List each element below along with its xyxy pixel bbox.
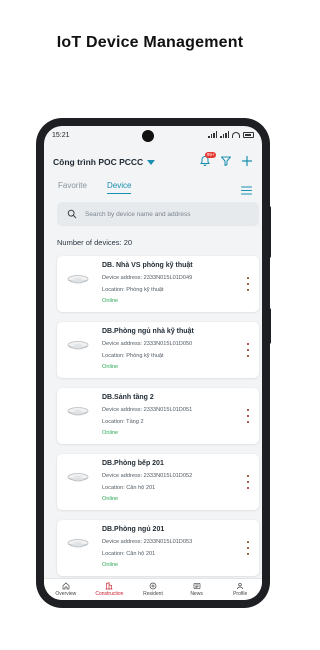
smoke-detector-icon — [67, 341, 89, 350]
status-icons — [208, 131, 254, 138]
app-header: Công trình POC PCCC 99+ — [44, 152, 262, 172]
search-icon — [67, 209, 77, 219]
profile-icon — [237, 583, 244, 590]
nav-construction[interactable]: Construction — [88, 579, 132, 600]
device-card[interactable]: DB. Nhà VS phòng kỹ thuật Device address… — [57, 256, 259, 312]
search-bar — [57, 202, 259, 226]
device-name: DB.Phòng bếp 201 — [102, 460, 164, 467]
battery-icon — [243, 131, 254, 138]
wifi-icon — [232, 131, 240, 138]
smoke-detector-icon — [67, 473, 89, 482]
device-name: DB.Phòng ngủ nhà kỹ thuật — [102, 328, 194, 335]
device-status: Online — [102, 364, 119, 370]
device-address: Device address: 2333N015L01D052 — [102, 473, 193, 479]
nav-label: News — [190, 591, 203, 597]
filter-button[interactable] — [219, 154, 233, 168]
more-options-icon[interactable] — [245, 343, 251, 357]
chevron-down-icon — [147, 159, 156, 165]
nav-overview[interactable]: Overview — [44, 579, 88, 600]
smoke-detector-icon — [67, 275, 89, 284]
tab-favorite[interactable]: Favorite — [58, 181, 87, 190]
app-screen: 15:21 Công trình POC PCCC 99+ Favorite D… — [44, 126, 262, 600]
tab-device[interactable]: Device — [107, 181, 132, 194]
nav-news[interactable]: News — [175, 579, 219, 600]
hamburger-icon — [241, 186, 252, 195]
device-status: Online — [102, 496, 119, 502]
nav-profile[interactable]: Profile — [218, 579, 262, 600]
phone-frame: 15:21 Công trình POC PCCC 99+ Favorite D… — [36, 118, 270, 608]
device-location: Location: Phòng kỹ thuật — [102, 287, 164, 293]
project-name: Công trình POC PCCC — [53, 157, 144, 167]
device-card[interactable]: DB.Phòng ngủ 201 Device address: 2333N01… — [57, 520, 259, 576]
device-status: Online — [102, 430, 119, 436]
notification-button[interactable]: 99+ — [198, 152, 216, 168]
device-address: Device address: 2333N015L01D053 — [102, 539, 193, 545]
nav-label: Overview — [55, 591, 77, 597]
building-icon — [106, 582, 113, 590]
device-address: Device address: 2333N015L01D049 — [102, 275, 193, 281]
news-icon — [193, 583, 200, 589]
resident-icon — [149, 582, 157, 590]
status-time: 15:21 — [52, 132, 70, 139]
more-options-icon[interactable] — [245, 277, 251, 291]
device-card[interactable]: DB.Phòng bếp 201 Device address: 2333N01… — [57, 454, 259, 510]
nav-label: Construction — [95, 591, 124, 597]
device-location: Location: Căn hộ 201 — [102, 485, 156, 491]
status-bar: 15:21 — [44, 126, 262, 146]
signal-icon — [220, 131, 229, 138]
nav-resident[interactable]: Resident — [131, 579, 175, 600]
device-status: Online — [102, 298, 119, 304]
nav-label: Profile — [233, 591, 248, 597]
add-device-button[interactable] — [240, 154, 254, 168]
more-options-icon[interactable] — [245, 541, 251, 555]
project-selector[interactable]: Công trình POC PCCC — [53, 157, 156, 167]
nav-label: Resident — [143, 591, 163, 597]
smoke-detector-icon — [67, 539, 89, 548]
device-card[interactable]: DB.Sảnh tầng 2 Device address: 2333N015L… — [57, 388, 259, 444]
device-location: Location: Tầng 2 — [102, 419, 144, 425]
device-card[interactable]: DB.Phòng ngủ nhà kỹ thuật Device address… — [57, 322, 259, 378]
filter-icon — [221, 156, 231, 166]
device-count: Number of devices: 20 — [57, 238, 133, 247]
device-name: DB.Phòng ngủ 201 — [102, 526, 165, 533]
home-icon — [62, 582, 70, 590]
device-status: Online — [102, 562, 119, 568]
page-headline: IoT Device Management — [56, 34, 244, 51]
bottom-nav: Overview Construction Resident News Prof… — [44, 578, 262, 600]
device-name: DB. Nhà VS phòng kỹ thuật — [102, 262, 193, 269]
device-location: Location: Căn hộ 201 — [102, 551, 156, 557]
device-address: Device address: 2333N015L01D051 — [102, 407, 193, 413]
tab-bar: Favorite Device — [44, 178, 262, 196]
more-options-icon[interactable] — [245, 409, 251, 423]
camera-cutout — [142, 130, 154, 142]
signal-icon — [208, 131, 217, 138]
device-location: Location: Phòng kỹ thuật — [102, 353, 164, 359]
plus-icon — [241, 155, 253, 167]
menu-button[interactable] — [241, 182, 252, 200]
more-options-icon[interactable] — [245, 475, 251, 489]
search-input[interactable] — [85, 210, 245, 218]
header-actions: 99+ — [198, 152, 254, 168]
device-address: Device address: 2333N015L01D050 — [102, 341, 193, 347]
device-name: DB.Sảnh tầng 2 — [102, 394, 154, 401]
smoke-detector-icon — [67, 407, 89, 416]
notification-badge: 99+ — [205, 152, 216, 158]
